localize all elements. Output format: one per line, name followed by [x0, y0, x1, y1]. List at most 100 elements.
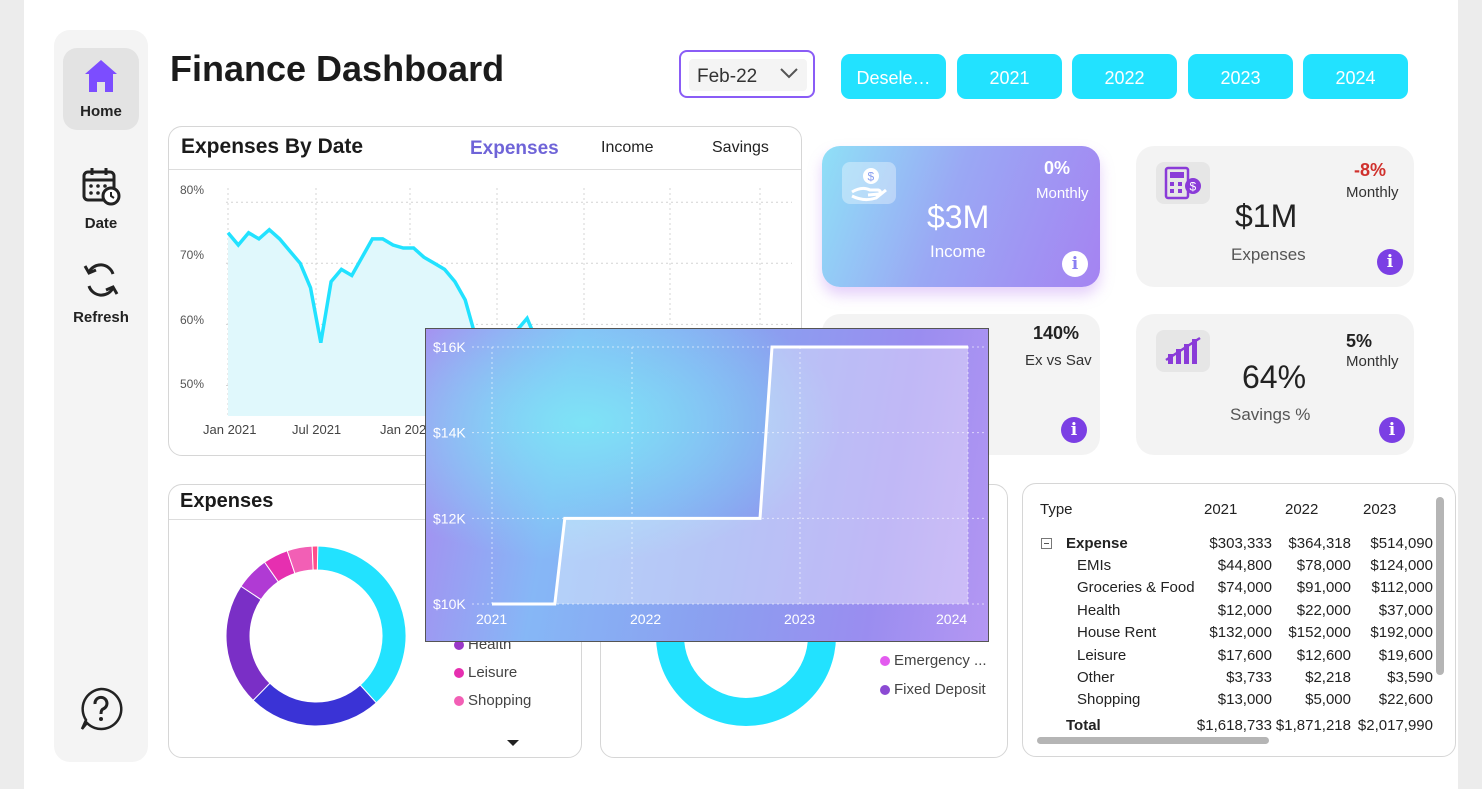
kpi-income-value: $3M: [927, 199, 990, 235]
table-cell: $303,333: [1209, 535, 1272, 552]
chevron-down-icon: [779, 66, 799, 85]
year-button-2023[interactable]: 2023: [1188, 54, 1293, 99]
x-tick-label: 2021: [476, 611, 507, 627]
legend-item-fixed-deposit: Fixed Deposit: [880, 681, 986, 698]
table-cell: $364,318: [1288, 535, 1351, 552]
table-row-label: Health: [1077, 601, 1121, 619]
table-cell: $152,000: [1288, 624, 1351, 642]
kpi-savings-pct: 5%: [1346, 331, 1373, 351]
x-tick-label: Jan 202: [380, 422, 426, 437]
x-tick-label: 2023: [784, 611, 815, 627]
table-cell: $91,000: [1296, 579, 1351, 597]
legend-scroll-down-icon[interactable]: [506, 735, 520, 753]
expenses-donut-chart: [225, 545, 407, 727]
table-total-label: Total: [1066, 717, 1101, 734]
donut-slice: [656, 636, 836, 726]
sidebar-item-label: Refresh: [73, 309, 129, 326]
kpi-expenses-card: $ -8% Monthly $1M Expenses i: [1136, 146, 1414, 287]
y-tick-label: 80%: [180, 183, 204, 197]
money-hand-icon: $: [842, 162, 896, 204]
sidebar: Home Date Refresh: [54, 30, 148, 762]
home-icon: [85, 60, 117, 92]
sidebar-item-label: Home: [80, 103, 122, 120]
y-tick-label: $12K: [433, 510, 466, 526]
legend-label: Shopping: [468, 692, 532, 709]
table-row-label: Other: [1077, 669, 1115, 686]
help-button[interactable]: [63, 686, 139, 737]
table-row-label: Leisure: [1077, 646, 1127, 664]
vertical-scrollbar[interactable]: [1436, 497, 1444, 675]
bar-growth-icon: [1156, 330, 1210, 372]
tab-expenses[interactable]: Expenses: [470, 138, 559, 160]
step-area-chart: $16K $14K $12K $10K 2021 2022 2023 2024: [433, 339, 986, 627]
table-header-type: Type: [1040, 501, 1073, 518]
table-row-label: Shopping: [1077, 691, 1141, 709]
kpi-savings-period: Monthly: [1346, 353, 1399, 370]
kpi-expenses-period: Monthly: [1346, 184, 1399, 201]
table-cell: $22,000: [1296, 601, 1351, 619]
table-row-label: EMIs: [1077, 557, 1112, 574]
tab-savings[interactable]: Savings: [712, 139, 769, 157]
sidebar-item-refresh[interactable]: Refresh: [63, 258, 139, 326]
legend-label: Leisure: [468, 664, 518, 681]
table-total-cell: $1,618,733: [1196, 717, 1272, 734]
table-cell: $132,000: [1209, 624, 1272, 642]
donut-slice: [311, 545, 319, 571]
legend-label: Fixed Deposit: [894, 681, 986, 698]
info-icon[interactable]: i: [1379, 417, 1405, 443]
expense-matrix-card: Type 2021 2022 2023 Expense $303,333 $36…: [1022, 483, 1456, 757]
info-icon[interactable]: i: [1061, 417, 1087, 443]
table-total-cell: $1,871,218: [1275, 717, 1351, 734]
x-tick-label: Jul 2021: [292, 422, 341, 437]
sidebar-item-label: Date: [84, 215, 118, 232]
table-cell: $192,000: [1370, 624, 1433, 642]
sidebar-item-date[interactable]: Date: [63, 164, 139, 232]
horizontal-scrollbar[interactable]: [1037, 737, 1269, 744]
table-cell: $74,000: [1217, 579, 1272, 597]
table-cell: $19,600: [1378, 646, 1433, 664]
table-header-2022: 2022: [1285, 501, 1319, 518]
table-cell: $13,000: [1217, 691, 1272, 709]
legend-item-shopping: Shopping: [454, 692, 531, 709]
sidebar-item-home[interactable]: Home: [63, 48, 139, 130]
year-button-deselect-all[interactable]: Desele…: [841, 54, 946, 99]
info-icon[interactable]: i: [1377, 249, 1403, 275]
table-cell: $3,590: [1387, 669, 1433, 686]
legend-item-leisure: Leisure: [454, 664, 517, 681]
refresh-icon: [83, 263, 119, 297]
year-button-2021[interactable]: 2021: [957, 54, 1062, 99]
svg-text:$: $: [868, 170, 875, 184]
table-cell: $17,600: [1217, 646, 1272, 664]
legend-dot: [454, 696, 464, 707]
tab-income[interactable]: Income: [601, 139, 653, 157]
table-cell: $514,090: [1370, 535, 1433, 552]
legend-dot: [880, 656, 890, 667]
x-tick-label: 2024: [936, 611, 967, 627]
table-cell: $5,000: [1305, 691, 1351, 709]
table-cell: $22,600: [1378, 691, 1433, 709]
y-tick-label: 60%: [180, 313, 204, 327]
donut-slice: [225, 585, 271, 702]
table-cell: $12,600: [1296, 646, 1351, 664]
table-cell: $124,000: [1370, 557, 1433, 574]
date-dropdown[interactable]: Feb-22: [679, 50, 815, 98]
savings-donut-chart: [656, 636, 836, 726]
year-button-2022[interactable]: 2022: [1072, 54, 1177, 99]
card-title: Expenses: [180, 490, 274, 512]
info-icon[interactable]: i: [1062, 251, 1088, 277]
legend-dot: [880, 685, 890, 696]
kpi-income-label: Income: [930, 242, 986, 261]
table-total-cell: $2,017,990: [1357, 717, 1433, 734]
kpi-savings-card: 5% Monthly 64% Savings % i: [1136, 314, 1414, 455]
donut-slice: [252, 682, 377, 727]
kpi-expenses-pct: -8%: [1354, 160, 1387, 180]
legend-dot: [454, 668, 464, 679]
series-area: [492, 347, 968, 604]
svg-text:$: $: [1190, 180, 1197, 194]
kpi-exsav-pct: 140%: [1033, 323, 1080, 343]
collapse-icon[interactable]: [1041, 538, 1052, 549]
table-cell: $44,800: [1217, 557, 1272, 574]
year-button-2024[interactable]: 2024: [1303, 54, 1408, 99]
table-group-label: Expense: [1066, 535, 1128, 552]
table-cell: $2,218: [1305, 669, 1351, 686]
